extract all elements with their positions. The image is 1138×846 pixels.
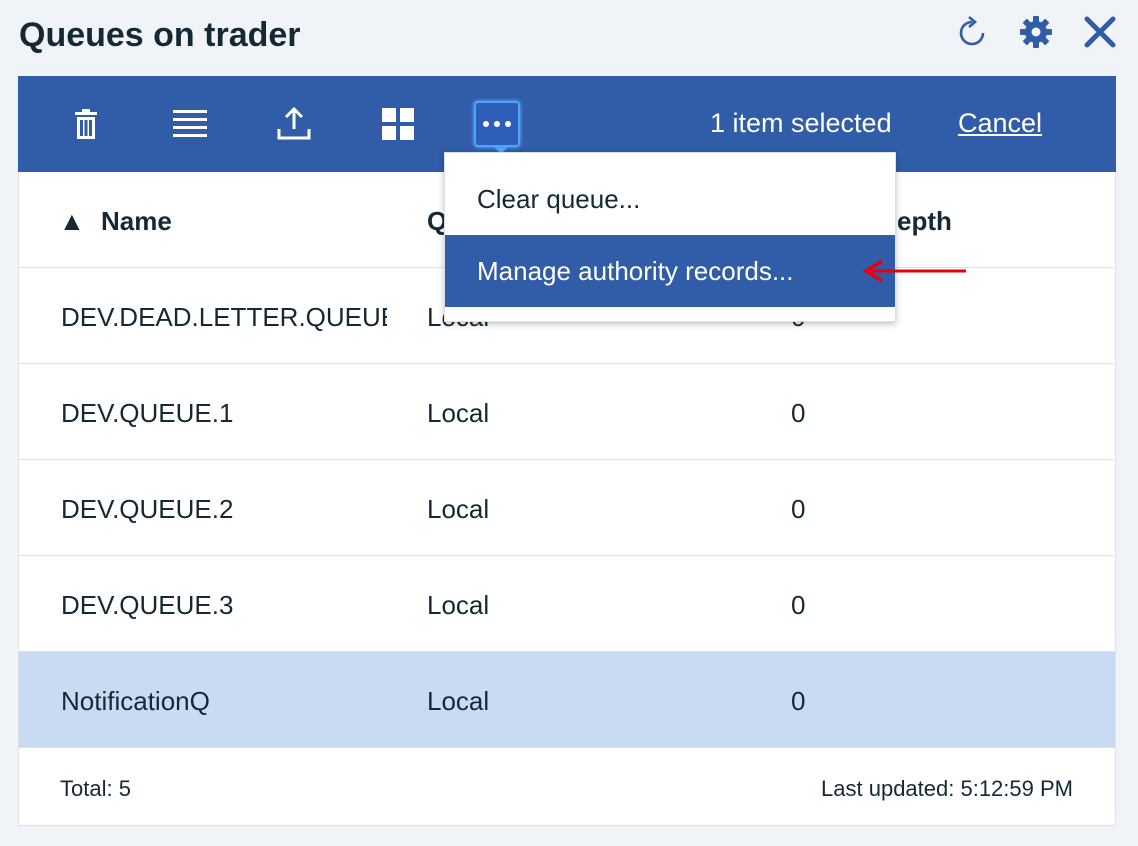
queue-name: DEV.DEAD.LETTER.QUEUE — [61, 302, 387, 332]
overflow-menu: Clear queue... Manage authority records.… — [444, 152, 896, 322]
refresh-icon[interactable] — [952, 12, 992, 52]
upload-icon[interactable] — [270, 100, 318, 148]
page-title: Queues on trader — [19, 16, 301, 54]
last-updated: Last updated: 5:12:59 PM — [821, 776, 1073, 801]
trash-icon[interactable] — [62, 100, 110, 148]
queue-type: Local — [427, 590, 490, 620]
queue-depth: 0 — [791, 398, 806, 428]
list-view-icon[interactable] — [166, 100, 214, 148]
queue-depth: 0 — [791, 590, 806, 620]
selection-count: 1 item selected — [710, 108, 892, 138]
table-row-selected[interactable]: NotificationQ Local 0 — [19, 652, 1115, 748]
gear-icon[interactable] — [1016, 12, 1056, 52]
queue-type: Local — [427, 686, 490, 716]
table-footer: Total: 5 Last updated: 5:12:59 PM — [19, 750, 1115, 825]
queue-depth: 0 — [791, 494, 806, 524]
queue-name: NotificationQ — [61, 686, 210, 716]
queue-type: Local — [427, 494, 490, 524]
more-options-icon[interactable] — [474, 101, 520, 154]
column-header-name[interactable]: Name — [101, 206, 172, 237]
grid-view-icon[interactable] — [374, 100, 422, 148]
queue-name: DEV.QUEUE.2 — [61, 494, 234, 524]
queue-type: Local — [427, 398, 490, 428]
close-icon[interactable] — [1080, 12, 1120, 52]
total-count: Total: 5 — [60, 776, 131, 801]
annotation-arrow-icon — [862, 259, 966, 283]
table-row[interactable]: DEV.QUEUE.3 Local 0 — [19, 556, 1115, 652]
sort-ascending-icon[interactable]: ▲ — [59, 206, 85, 237]
menu-item-manage-authority-records[interactable]: Manage authority records... — [445, 235, 895, 307]
queue-name: DEV.QUEUE.3 — [61, 590, 234, 620]
queue-depth: 0 — [791, 686, 806, 716]
cancel-button[interactable]: Cancel — [958, 108, 1042, 139]
column-header-depth[interactable]: epth — [897, 206, 952, 237]
queue-name: DEV.QUEUE.1 — [61, 398, 234, 428]
menu-item-clear-queue[interactable]: Clear queue... — [445, 163, 895, 235]
table-row[interactable]: DEV.QUEUE.2 Local 0 — [19, 460, 1115, 556]
table-row[interactable]: DEV.QUEUE.1 Local 0 — [19, 364, 1115, 460]
